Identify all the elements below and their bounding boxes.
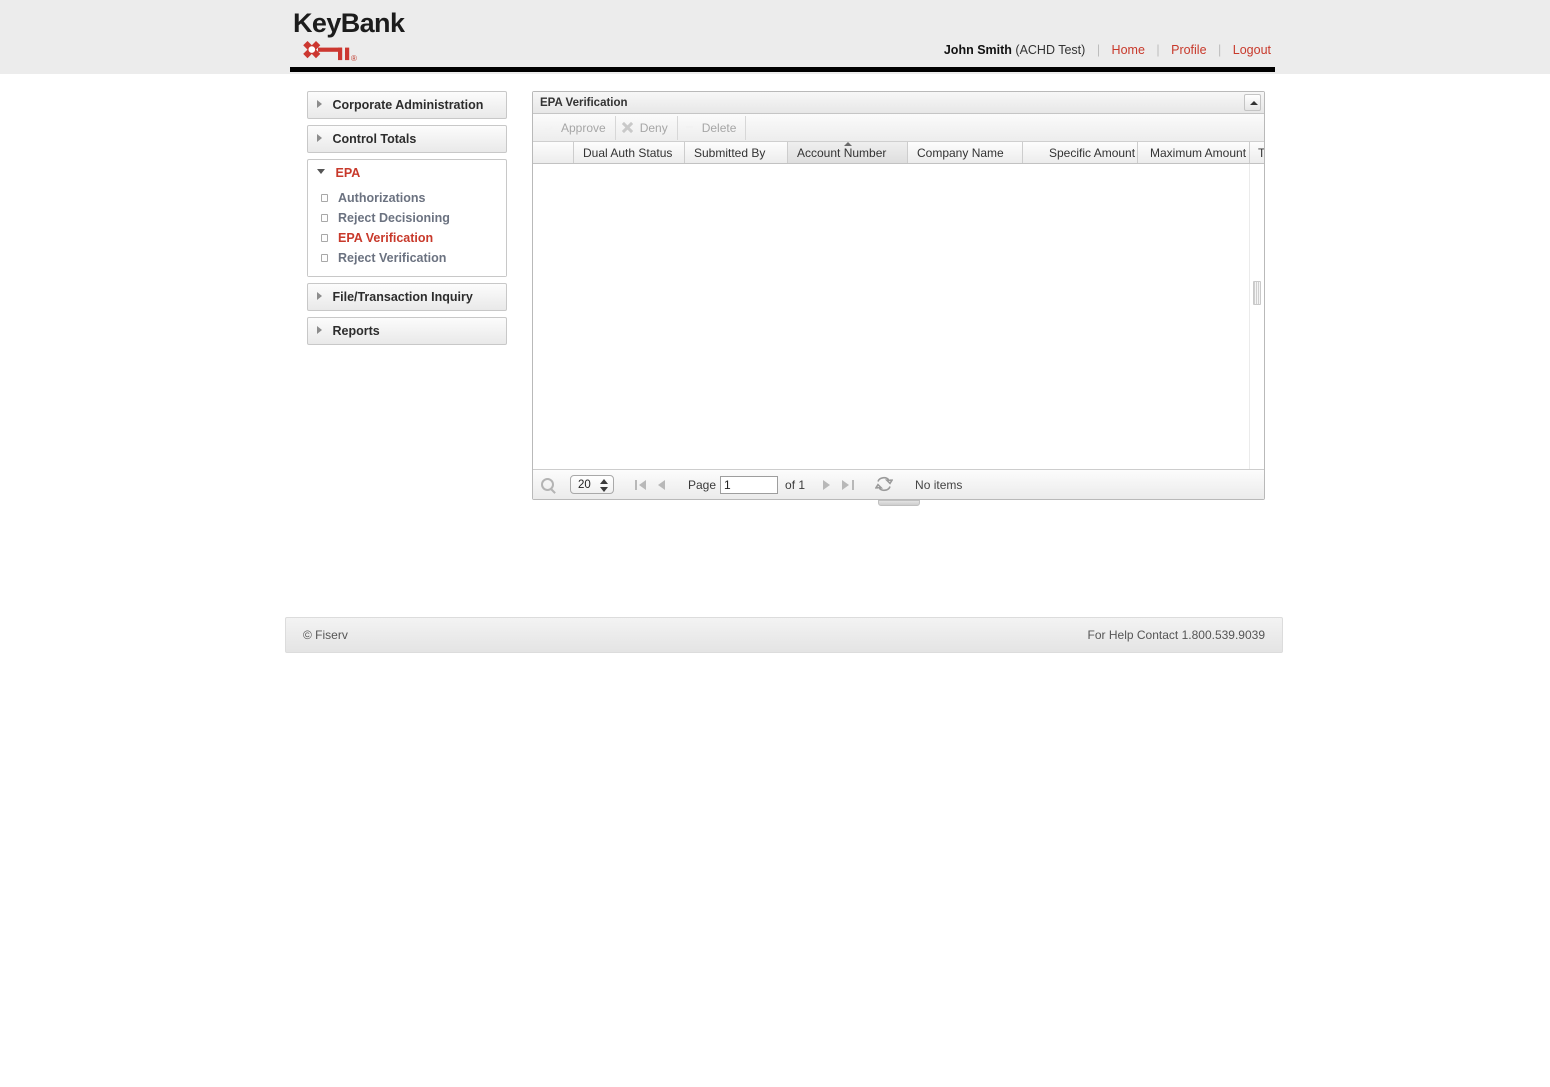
sidebar-group-label: EPA [335,166,361,180]
magnifier-icon[interactable] [541,478,554,491]
next-page-icon[interactable] [817,475,837,495]
home-link[interactable]: Home [1112,43,1145,57]
vertical-scrollbar[interactable] [1249,164,1264,469]
chevron-right-icon [317,134,322,142]
sidebar-group-label: File/Transaction Inquiry [332,290,473,304]
pager-status: No items [915,477,963,492]
sidebar-group-corporate-administration-header[interactable]: Corporate Administration [308,92,506,118]
sidebar-group-label: Corporate Administration [332,98,484,112]
column-header-transaction[interactable]: Tra [1250,142,1264,163]
document-icon [321,214,328,222]
sidebar-navigation: Corporate Administration Control Totals … [307,91,507,351]
chevron-down-icon [317,169,325,174]
profile-link[interactable]: Profile [1171,43,1206,57]
sidebar-group-epa-header[interactable]: EPA [308,160,506,186]
user-session-bar: John Smith (ACHD Test) | Home | Profile … [944,43,1271,57]
key-icon: ® [293,40,363,64]
approve-button-label: Approve [561,120,606,135]
sidebar-item-reject-verification[interactable]: Reject Verification [308,248,506,268]
grid-pager: 20 Page of 1 [533,469,1264,499]
first-page-icon[interactable] [632,475,652,495]
sidebar-group-epa[interactable]: EPA Authorizations Reject Decisioning EP… [307,159,507,277]
sidebar-item-label: Authorizations [338,191,426,205]
panel-title-text: EPA Verification [540,97,628,109]
approve-button[interactable]: Approve [537,115,616,140]
refresh-icon[interactable] [874,476,894,494]
sidebar-subitems: Authorizations Reject Decisioning EPA Ve… [308,186,506,276]
previous-page-icon[interactable] [652,475,672,495]
sidebar-item-authorizations[interactable]: Authorizations [308,188,506,208]
header-content: KeyBank ® John Smith (ACHD Test) | Home … [285,0,1285,74]
sidebar-item-epa-verification[interactable]: EPA Verification [308,228,506,248]
user-organization: (ACHD Test) [1015,43,1086,57]
chevron-right-icon [317,100,322,108]
column-header-maximum-amount[interactable]: Maximum Amount [1138,142,1250,163]
chevron-right-icon [317,292,322,300]
sort-ascending-icon [843,142,852,146]
deny-button-label: Deny [639,120,668,135]
stepper-arrows-icon [600,478,608,493]
sidebar-item-label: Reject Verification [338,251,447,265]
column-header-account-number[interactable]: Account Number [788,142,908,163]
epa-verification-panel: EPA Verification Approve Deny Delete Dua… [532,91,1265,506]
registered-trademark-mark: ® [351,54,357,63]
sidebar-group-label: Reports [332,324,380,338]
delete-button[interactable]: Delete [678,115,747,140]
sidebar-group-file-transaction-inquiry-header[interactable]: File/Transaction Inquiry [308,284,506,310]
panel-resize-grip[interactable] [877,500,920,506]
user-name: John Smith [943,43,1012,57]
sidebar-item-label: Reject Decisioning [338,211,450,225]
page-total-label: of 1 [785,477,806,492]
sidebar-item-label: EPA Verification [338,231,434,245]
panel-header: EPA Verification [533,92,1264,114]
header-rule [290,67,1275,72]
help-contact-text: For Help Contact 1.800.539.9039 [1087,628,1265,642]
page-label: Page [688,477,717,492]
chevron-up-icon[interactable] [1244,94,1261,111]
sidebar-item-reject-decisioning[interactable]: Reject Decisioning [308,208,506,228]
logo-wordmark: KeyBank [293,8,405,38]
copyright-text: © Fiserv [303,628,348,642]
panel-toolbar: Approve Deny Delete [533,114,1264,142]
grid-header-row: Dual Auth Status Submitted By Account Nu… [533,142,1264,164]
vertical-scrollbar-thumb[interactable] [1253,281,1261,305]
sidebar-group-reports[interactable]: Reports [307,317,507,345]
last-page-icon[interactable] [837,475,857,495]
column-header-dual-auth-status[interactable]: Dual Auth Status [574,142,685,163]
delete-button-label: Delete [701,120,737,135]
minus-circle-icon [683,121,697,135]
sidebar-group-corporate-administration[interactable]: Corporate Administration [307,91,507,119]
column-header-select[interactable] [533,142,574,163]
document-icon [321,254,328,262]
document-icon [321,234,328,242]
chevron-right-icon [317,326,322,334]
page-number-input[interactable] [720,475,779,494]
keybank-logo[interactable]: KeyBank ® [293,8,405,64]
page-header: KeyBank ® John Smith (ACHD Test) | Home … [0,0,1550,74]
column-header-specific-amount[interactable]: Specific Amount [1023,142,1138,163]
column-header-account-number-label: Account Number [797,146,887,160]
column-header-company-name[interactable]: Company Name [908,142,1023,163]
refresh-icon-svg [874,476,894,491]
check-circle-icon [542,121,556,135]
deny-button[interactable]: Deny [616,115,678,140]
sidebar-group-label: Control Totals [332,132,417,146]
page-size-select[interactable]: 20 [570,475,614,494]
grid-body [533,164,1264,469]
document-icon [321,194,328,202]
sidebar-group-control-totals[interactable]: Control Totals [307,125,507,153]
page-size-value: 20 [578,478,591,491]
page-footer: © Fiserv For Help Contact 1.800.539.9039 [285,617,1283,653]
logout-link[interactable]: Logout [1233,43,1271,57]
sidebar-group-reports-header[interactable]: Reports [308,318,506,344]
column-header-submitted-by[interactable]: Submitted By [685,142,788,163]
header-divider-2: | [1156,43,1160,57]
sidebar-group-file-transaction-inquiry[interactable]: File/Transaction Inquiry [307,283,507,311]
sidebar-group-control-totals-header[interactable]: Control Totals [308,126,506,152]
x-icon [621,121,635,135]
header-divider-1: | [1096,43,1101,57]
header-divider-3: | [1218,43,1222,57]
